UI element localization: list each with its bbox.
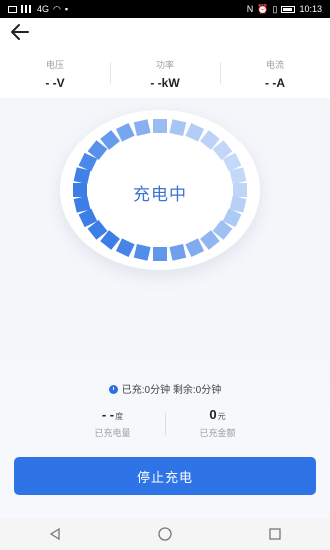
nfc-icon: N [246, 4, 254, 14]
battery-icon [281, 5, 296, 13]
nav-home-button[interactable] [153, 522, 177, 546]
amount-number: 0 [209, 407, 217, 422]
nav-back-icon [49, 527, 60, 541]
stat-energy: - -度 已充电量 [60, 407, 165, 443]
charging-ring: 充电中 [55, 110, 265, 270]
ring-segment [115, 238, 135, 258]
nav-recents-icon [269, 528, 281, 540]
stop-charging-button[interactable]: 停止充电 [14, 457, 316, 495]
clock-icon [108, 385, 118, 394]
metrics-panel: 电压 - -V 功率 - -kW 电流 - -A [0, 48, 330, 98]
energy-number: - - [101, 407, 115, 422]
system-nav-bar [0, 518, 330, 550]
remaining-time-value: 0分钟 [195, 385, 222, 396]
nav-recents-button[interactable] [263, 522, 287, 546]
ring-segment [153, 119, 167, 133]
metric-label: 功率 [155, 60, 174, 70]
ring-segment [169, 244, 187, 261]
metric-label: 电流 [265, 60, 284, 70]
charging-status-text: 充电中 [133, 185, 187, 204]
ring-segment [153, 247, 167, 261]
ring-segment [169, 119, 187, 136]
energy-label: 已充电量 [94, 428, 131, 438]
amount-value: 0元 [165, 407, 270, 422]
nav-home-icon [158, 527, 172, 541]
ring-segment [115, 122, 135, 142]
metric-value: - -V [45, 76, 65, 90]
remaining-time-label: 剩余 [172, 385, 193, 396]
clock-time: 10:13 [299, 4, 322, 14]
ring-segment [185, 238, 205, 258]
metric-label: 电压 [45, 60, 64, 70]
status-bar-right: N ⏰ ▯ 10:13 [247, 4, 322, 15]
energy-value: - -度 [60, 407, 165, 422]
sim-icon [8, 5, 17, 13]
status-bar: 4G ◠ ▪ N ⏰ ▯ 10:13 [0, 0, 330, 18]
stat-amount: 0元 已充金额 [165, 407, 270, 443]
notification-icon: ▪ [64, 4, 69, 14]
metric-power: 功率 - -kW [110, 48, 220, 98]
metric-value: - -kW [150, 76, 180, 90]
amount-label: 已充金额 [199, 428, 236, 438]
charged-time-value: 0分钟 [144, 385, 171, 396]
energy-unit: 度 [115, 412, 124, 421]
charge-stats: - -度 已充电量 0元 已充金额 [60, 407, 270, 443]
header [0, 18, 330, 48]
charged-time-label: 已充 [121, 385, 142, 396]
metric-value: - -A [265, 76, 285, 90]
signal-icon [21, 5, 33, 13]
ring-segment [133, 244, 151, 261]
amount-unit: 元 [217, 412, 226, 421]
network-type: 4G [37, 4, 50, 14]
status-bar-left: 4G ◠ ▪ [8, 4, 68, 15]
back-arrow-icon[interactable] [8, 20, 32, 44]
ring-segment [133, 119, 151, 136]
metric-current: 电流 - -A [220, 48, 330, 98]
vibrate-icon: ▯ [272, 3, 278, 14]
metric-voltage: 电压 - -V [0, 48, 110, 98]
nav-back-button[interactable] [43, 522, 67, 546]
time-info: 已充:0分钟 剩余:0分钟 [0, 381, 330, 396]
alarm-icon: ⏰ [257, 3, 269, 14]
ring-segment [185, 122, 205, 142]
wifi-icon: ◠ [53, 3, 61, 14]
